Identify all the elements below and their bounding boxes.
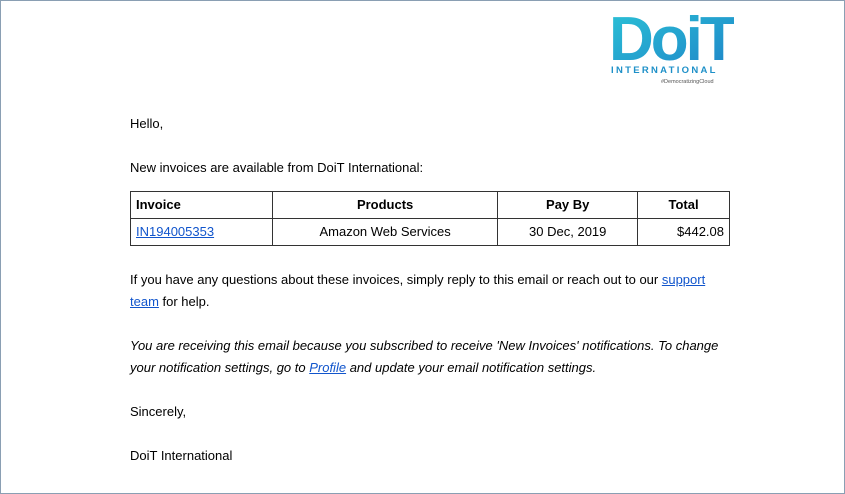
cell-invoice: IN194005353 (130, 218, 273, 246)
questions-text-end: for help. (158, 294, 210, 309)
signature: DoiT International (130, 448, 233, 463)
notice-paragraph: You are receiving this email because you… (130, 335, 730, 379)
intro-text: New invoices are available from DoiT Int… (130, 160, 424, 175)
invoice-table: Invoice Products Pay By Total IN19400535… (130, 191, 730, 246)
header-pay-by: Pay By (497, 191, 639, 219)
cell-total: $442.08 (637, 218, 730, 246)
doit-logo: DoiT INTERNATIONAL #DemocratizingCloud (609, 12, 734, 90)
table-row: IN194005353 Amazon Web Services 30 Dec, … (130, 218, 730, 246)
header-invoice: Invoice (130, 191, 273, 219)
logo-subtitle: INTERNATIONAL (611, 65, 718, 76)
cell-pay-by: 30 Dec, 2019 (497, 218, 639, 246)
header-total: Total (637, 191, 730, 219)
table-header-row: Invoice Products Pay By Total (130, 191, 730, 219)
logo-word-text: DoiT (609, 12, 734, 66)
notice-text-end: and update your email notification setti… (346, 360, 597, 375)
profile-link[interactable]: Profile (309, 360, 346, 375)
closing: Sincerely, (130, 404, 187, 419)
invoice-link[interactable]: IN194005353 (136, 224, 214, 239)
header-products: Products (271, 191, 499, 219)
greeting: Hello, (130, 116, 164, 131)
questions-paragraph: If you have any questions about these in… (130, 269, 730, 313)
cell-product: Amazon Web Services (271, 218, 499, 246)
doit-logo-mark: DoiT (609, 12, 734, 66)
questions-text: If you have any questions about these in… (130, 272, 662, 287)
logo-tagline: #DemocratizingCloud (661, 79, 714, 85)
